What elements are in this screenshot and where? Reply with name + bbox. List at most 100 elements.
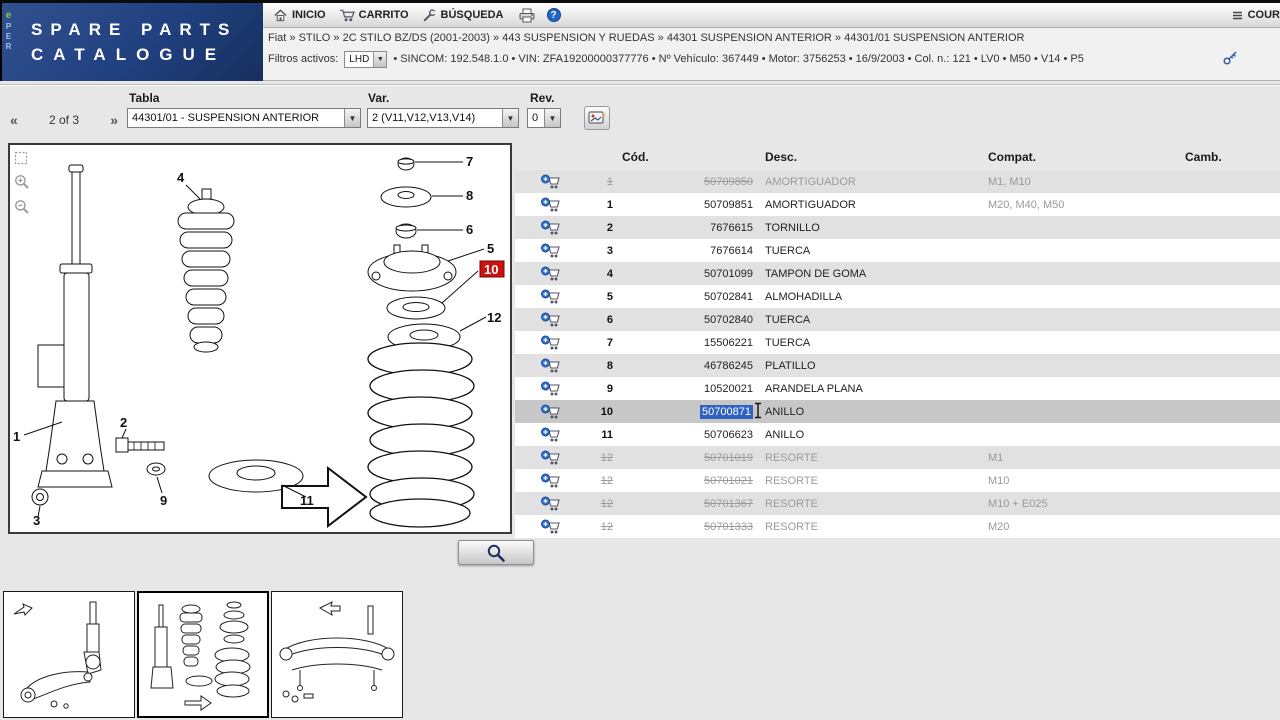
carrito-button[interactable]: CARRITO <box>335 6 418 25</box>
row-desc: ALMOHADILLA <box>765 290 843 303</box>
vehicle-key-button[interactable] <box>1223 50 1238 68</box>
cart-add-icon <box>541 404 560 418</box>
logo-title-line1: SPARE PARTS <box>31 19 238 39</box>
cart-add-icon <box>541 243 560 257</box>
toolbar-right-label: COUR <box>1247 9 1280 21</box>
print-button[interactable] <box>513 6 541 25</box>
upper-mount-part <box>367 244 457 292</box>
add-to-cart-button[interactable] <box>541 404 565 420</box>
row-compat: M20, M40, M50 <box>988 198 1065 211</box>
filters-label: Filtros activos: <box>268 53 339 65</box>
add-to-cart-button[interactable] <box>541 312 565 328</box>
add-to-cart-button[interactable] <box>541 197 565 213</box>
table-row[interactable]: 6 50702840 TUERCA <box>515 308 1280 331</box>
cart-add-icon <box>541 496 560 510</box>
parts-table-header: Cód. Desc. Compat. Camb. <box>515 146 1280 170</box>
row-code: 50701019 <box>704 451 753 464</box>
add-to-cart-button[interactable] <box>541 335 565 351</box>
strut-part <box>37 164 113 488</box>
app-logo: e P E R SPARE PARTS CATALOGUE <box>0 3 263 81</box>
top-border <box>0 0 1280 3</box>
table-row[interactable]: 5 50702841 ALMOHADILLA <box>515 285 1280 308</box>
bolt-part <box>115 437 165 453</box>
chevron-down-icon: ▼ <box>502 109 518 127</box>
select-area-icon[interactable] <box>14 151 28 165</box>
table-row[interactable]: 10 50700871 ANILLO <box>515 400 1280 423</box>
lhd-select[interactable]: LHD ▼ <box>344 50 388 68</box>
row-num: 9 <box>606 382 613 395</box>
table-row[interactable]: 1 50709850 AMORTIGUADOR M1, M10 <box>515 170 1280 193</box>
add-to-cart-button[interactable] <box>541 496 565 512</box>
logo-title-line2: CATALOGUE <box>31 44 227 64</box>
table-row[interactable]: 7 15506221 TUERCA <box>515 331 1280 354</box>
inicio-button[interactable]: INICIO <box>269 6 335 25</box>
table-row[interactable]: 8 46786245 PLATILLO <box>515 354 1280 377</box>
row-desc: RESORTE <box>765 474 818 487</box>
pager-prev-button[interactable]: « <box>10 112 18 128</box>
row-code: 50702840 <box>704 313 753 326</box>
var-select[interactable]: 2 (V11,V12,V13,V14) ▼ <box>367 108 519 128</box>
add-to-cart-button[interactable] <box>541 220 565 236</box>
table-row[interactable]: 4 50701099 TAMPON DE GOMA <box>515 262 1280 285</box>
table-row[interactable]: 12 50701021 RESORTE M10 <box>515 469 1280 492</box>
add-to-cart-button[interactable] <box>541 381 565 397</box>
row-code: 50709851 <box>704 198 753 211</box>
header-compat: Compat. <box>988 150 1036 164</box>
eper-letter: R <box>5 42 12 51</box>
figure-view-button[interactable] <box>584 106 610 130</box>
eper-letter: E <box>5 32 12 41</box>
callout-10-highlighted: 10 <box>479 260 505 278</box>
thumbnail-page-1[interactable] <box>3 591 135 718</box>
cart-add-icon <box>541 266 560 280</box>
key-icon <box>1223 51 1237 65</box>
table-row[interactable]: 9 10520021 ARANDELA PLANA <box>515 377 1280 400</box>
svg-text:10: 10 <box>484 262 498 277</box>
table-row[interactable]: 3 7676614 TUERCA <box>515 239 1280 262</box>
diagram-search-button[interactable] <box>458 540 534 565</box>
table-row[interactable]: 2 7676615 TORNILLO <box>515 216 1280 239</box>
add-to-cart-button[interactable] <box>541 450 565 466</box>
thumbnail-page-3[interactable] <box>271 591 403 718</box>
cart-add-icon <box>541 450 560 464</box>
inicio-label: INICIO <box>292 9 326 21</box>
add-to-cart-button[interactable] <box>541 473 565 489</box>
table-row[interactable]: 12 50701019 RESORTE M1 <box>515 446 1280 469</box>
breadcrumb[interactable]: Fiat » STILO » 2C STILO BZ/DS (2001-2003… <box>268 32 1024 44</box>
add-to-cart-button[interactable] <box>541 519 565 535</box>
help-button[interactable]: ? <box>541 6 567 24</box>
add-to-cart-button[interactable] <box>541 266 565 282</box>
row-code: 50709850 <box>704 175 753 188</box>
row-desc: RESORTE <box>765 520 818 533</box>
callout-12: 12 <box>487 310 501 325</box>
cart-add-icon <box>541 358 560 372</box>
cart-add-icon <box>541 312 560 326</box>
zoom-out-icon[interactable] <box>14 199 30 215</box>
table-row[interactable]: 12 50701367 RESORTE M10 + E025 <box>515 492 1280 515</box>
home-icon <box>274 8 287 21</box>
zoom-in-icon[interactable] <box>14 174 30 190</box>
eper-letter: e <box>5 10 12 21</box>
toolbar-right[interactable]: COUR <box>1232 9 1280 21</box>
rev-select[interactable]: 0 ▼ <box>527 108 561 128</box>
busqueda-button[interactable]: BÚSQUEDA <box>418 6 513 25</box>
thumbnail-page-2[interactable] <box>137 591 269 718</box>
diagram-tools <box>14 151 30 215</box>
add-to-cart-button[interactable] <box>541 289 565 305</box>
tabla-select[interactable]: 44301/01 - SUSPENSION ANTERIOR ▼ <box>127 108 361 128</box>
diagram-panel[interactable]: 1 2 3 4 5 6 7 8 9 10 11 12 <box>8 143 512 534</box>
text-cursor <box>755 402 761 419</box>
filters-info: • SINCOM: 192.548.1.0 • VIN: ZFA19200000… <box>393 53 1084 65</box>
pager-next-button[interactable]: » <box>110 112 118 128</box>
callout-6: 6 <box>466 222 473 237</box>
add-to-cart-button[interactable] <box>541 174 565 190</box>
lhd-select-value: LHD <box>349 53 370 65</box>
row-compat: M1 <box>988 451 1004 464</box>
table-row[interactable]: 11 50706623 ANILLO <box>515 423 1280 446</box>
rev-label: Rev. <box>530 91 555 105</box>
row-code: 15506221 <box>704 336 753 349</box>
add-to-cart-button[interactable] <box>541 243 565 259</box>
add-to-cart-button[interactable] <box>541 427 565 443</box>
table-row[interactable]: 12 50701333 RESORTE M20 <box>515 515 1280 538</box>
add-to-cart-button[interactable] <box>541 358 565 374</box>
table-row[interactable]: 1 50709851 AMORTIGUADOR M20, M40, M50 <box>515 193 1280 216</box>
